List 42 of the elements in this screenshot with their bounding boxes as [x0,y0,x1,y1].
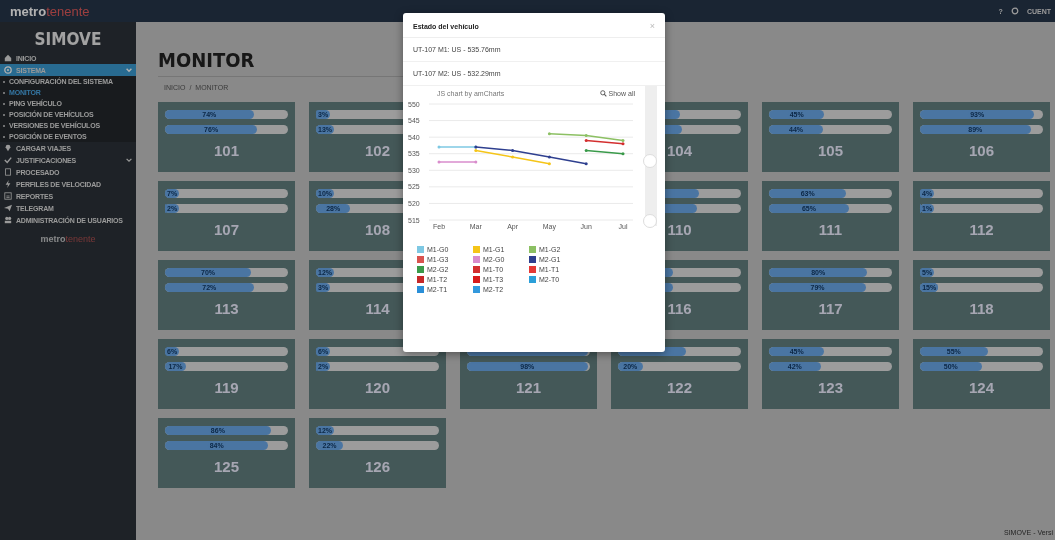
vehicle-number: 126 [365,457,390,475]
vehicle-number: 124 [969,378,994,396]
vehicle-number: 121 [516,378,541,396]
vehicle-number: 122 [667,378,692,396]
vehicle-number: 114 [365,299,390,317]
vehicle-number: 118 [969,299,994,317]
vehicle-number: 107 [214,220,239,238]
brand-logo: metrotenente [10,3,90,19]
vehicle-number: 101 [214,141,239,159]
vehicle-number: 111 [818,220,843,238]
vehicle-number: 110 [667,220,692,238]
vehicle-number: 113 [214,299,239,317]
chart-scrollbar[interactable] [645,86,657,226]
chevron-down-icon [126,67,132,73]
report-icon [4,192,12,200]
users-icon [4,216,12,224]
bolt-icon [4,180,12,188]
vehicle-number: 104 [667,141,692,159]
vehicle-number: 123 [818,378,843,396]
vehicle-number: 108 [365,220,390,238]
vehicle-number: 112 [969,220,994,238]
vehicle-number: 120 [365,378,390,396]
vehicle-number: 119 [214,378,239,396]
settings-icon [4,66,12,74]
document-icon [4,168,12,176]
pin-icon [4,144,12,152]
vehicle-number: 116 [667,299,692,317]
vehicle-number: 106 [969,141,994,159]
zoom-icon [599,90,607,97]
home-icon [4,54,12,62]
vehicle-number: 102 [365,141,390,159]
checkmark-icon [4,156,12,164]
vehicle-number: 105 [818,141,843,159]
vehicle-number: 117 [818,299,843,317]
app-title: SIMOVE [33,28,103,51]
footer-logo: metrotenente [40,234,96,244]
scroll-handle[interactable] [643,154,657,168]
settings-icon [1010,7,1019,15]
scroll-handle[interactable] [643,214,657,228]
vehicle-number: 125 [214,457,239,475]
chevron-down-icon [126,157,132,163]
paper-plane-icon [4,204,12,212]
